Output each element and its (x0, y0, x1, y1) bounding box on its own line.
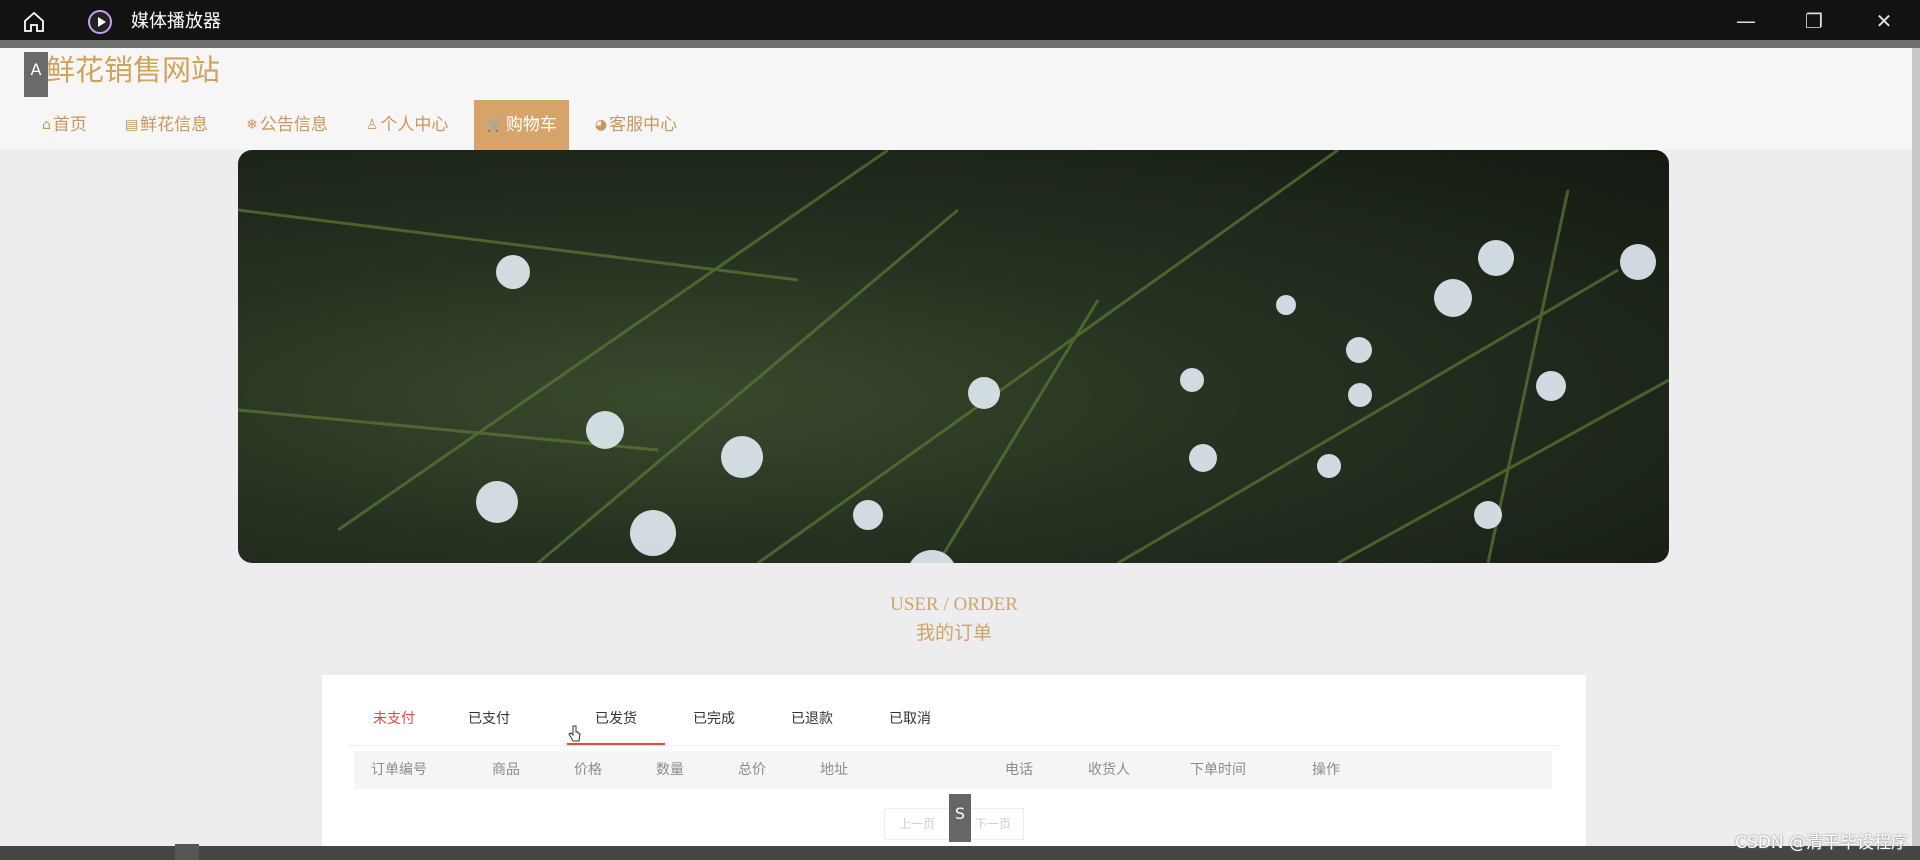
home-icon[interactable] (22, 10, 46, 34)
home-icon: ⌂ (42, 117, 51, 133)
active-tab-underline (567, 743, 665, 745)
section-title-cn: 我的订单 (915, 622, 992, 644)
nav-label: 鲜花信息 (140, 115, 209, 135)
nav-item-flowers[interactable]: ▤ 鲜花信息 (113, 100, 220, 150)
tab-paid[interactable]: 已支付 (440, 697, 538, 743)
chat-icon: ◕ (594, 117, 608, 133)
nav-label: 公告信息 (259, 115, 328, 135)
user-icon: ♙ (365, 117, 379, 133)
top-progress-strip (0, 40, 1920, 48)
column-header: 商品 (492, 762, 520, 778)
column-header: 地址 (820, 762, 848, 778)
list-icon: ▤ (124, 117, 139, 133)
main-nav: ⌂ 首页 ▤ 鲜花信息 ❄ 公告信息 ♙ 个人中心 🛒 购物车 ◕ 客服中心 (30, 100, 703, 150)
window-titlebar: 媒体播放器 — ❐ ✕ (0, 0, 1920, 40)
tab-refunded[interactable]: 已退款 (763, 697, 861, 743)
close-button[interactable]: ✕ (1871, 8, 1897, 34)
nav-item-service[interactable]: ◕ 客服中心 (583, 100, 689, 150)
banner-image (238, 150, 1669, 563)
tab-cancelled[interactable]: 已取消 (861, 697, 959, 743)
orders-table-header: 订单编号 商品 价格 数量 总价 地址 电话 收货人 下单时间 操作 (354, 751, 1552, 789)
hand-cursor-icon (568, 725, 581, 742)
prev-page-button[interactable]: 上一页 (884, 808, 950, 840)
tab-unpaid[interactable]: 未支付 (348, 697, 440, 743)
next-page-button[interactable]: 下一页 (962, 808, 1024, 840)
overlay-marker-s: S (949, 794, 971, 842)
flowers-illustration (238, 150, 1669, 563)
column-header: 总价 (738, 762, 766, 778)
section-title-en: USER / ORDER (890, 594, 1018, 615)
minimize-button[interactable]: — (1733, 8, 1759, 34)
restore-button[interactable]: ❐ (1801, 8, 1827, 34)
column-header: 订单编号 (371, 762, 427, 778)
nav-label: 个人中心 (380, 115, 449, 135)
column-header: 数量 (656, 762, 684, 778)
column-header: 电话 (1005, 762, 1033, 778)
player-control-bar[interactable] (0, 846, 1920, 860)
nav-item-notices[interactable]: ❄ 公告信息 (234, 100, 340, 150)
cart-icon: 🛒 (486, 117, 504, 133)
nav-item-profile[interactable]: ♙ 个人中心 (354, 100, 461, 150)
watermark: CSDN @清平毕设程序 (1735, 833, 1908, 853)
overlay-marker-a: A (24, 52, 48, 97)
snowflake-icon: ❄ (246, 117, 258, 133)
column-header: 收货人 (1088, 762, 1130, 778)
nav-label: 首页 (52, 115, 87, 135)
site-title: 鲜花销售网站 (46, 53, 221, 87)
nav-label: 客服中心 (609, 115, 678, 135)
tab-completed[interactable]: 已完成 (665, 697, 763, 743)
scrollbar[interactable] (1912, 48, 1920, 846)
media-player-logo-icon (88, 10, 112, 34)
column-header: 下单时间 (1190, 762, 1246, 778)
nav-item-cart[interactable]: 🛒 购物车 (474, 100, 569, 150)
column-header: 操作 (1312, 762, 1340, 778)
window-title: 媒体播放器 (131, 11, 221, 32)
column-header: 价格 (574, 762, 602, 778)
overlay-marker-small (175, 844, 199, 860)
order-tabs: 未支付 已支付 已发货 已完成 已退款 已取消 (348, 697, 1558, 746)
nav-label: 购物车 (505, 115, 557, 135)
nav-item-home[interactable]: ⌂ 首页 (30, 100, 99, 150)
